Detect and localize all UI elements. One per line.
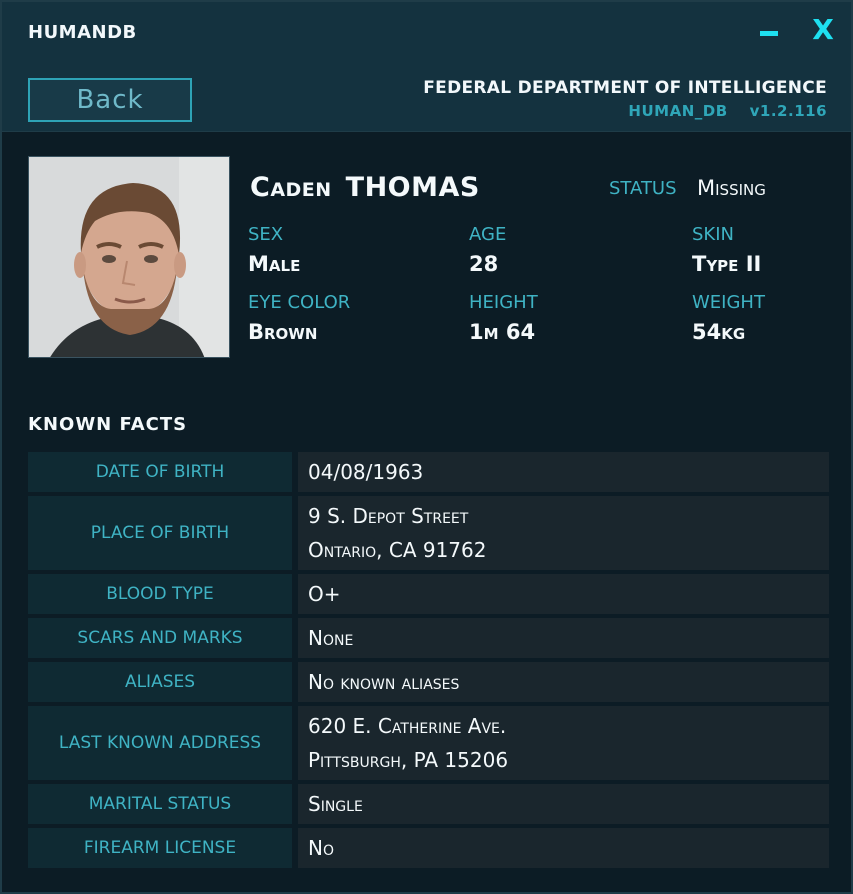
fact-row-last-known-address: LAST KNOWN ADDRESS 620 E. Catherine Ave.… [28, 706, 829, 780]
known-facts-heading: KNOWN FACTS [28, 414, 188, 435]
age-label: AGE [469, 224, 507, 245]
fact-value-line: Pittsburgh, PA 15206 [308, 748, 509, 772]
db-name: HUMAN_DB [628, 102, 728, 120]
version-line: HUMAN_DB v1.2.116 [606, 102, 827, 120]
eye-color-value: Brown [248, 320, 318, 344]
close-button[interactable]: X [807, 14, 839, 46]
portrait-image [29, 157, 229, 357]
fact-value-line: O+ [308, 582, 341, 606]
fact-row-date-of-birth: DATE OF BIRTH 04/08/1963 [28, 452, 829, 492]
title-bar: HUMANDB X [2, 2, 851, 62]
fact-value: 620 E. Catherine Ave. Pittsburgh, PA 152… [298, 706, 829, 780]
status-value: Missing [697, 176, 766, 200]
weight-value: 54kg [692, 320, 746, 344]
fact-label: FIREARM LICENSE [28, 828, 292, 868]
back-button[interactable]: Back [28, 78, 192, 122]
fact-value: No known aliases [298, 662, 829, 702]
profile-photo [28, 156, 230, 358]
version-number: v1.2.116 [749, 102, 827, 120]
fact-label: SCARS AND MARKS [28, 618, 292, 658]
fact-value-line: 620 E. Catherine Ave. [308, 714, 507, 738]
skin-value: Type II [692, 252, 762, 276]
fact-value-line: No known aliases [308, 670, 460, 694]
fact-value: None [298, 618, 829, 658]
eye-color-label: EYE COLOR [248, 292, 351, 313]
fact-value-line: No [308, 836, 334, 860]
height-label: HEIGHT [469, 292, 538, 313]
fact-label: PLACE OF BIRTH [28, 496, 292, 570]
fact-value-line: Ontario, CA 91762 [308, 538, 487, 562]
humandb-window: HUMANDB X Back FEDERAL DEPARTMENT OF INT… [0, 0, 853, 894]
fact-value-line: Single [308, 792, 363, 816]
fact-row-blood-type: BLOOD TYPE O+ [28, 574, 829, 614]
minimize-icon [760, 31, 778, 36]
height-value: 1m 64 [469, 320, 536, 344]
fact-value-line: 04/08/1963 [308, 460, 424, 484]
close-icon: X [812, 13, 834, 46]
fact-value-line: 9 S. Depot Street [308, 504, 469, 528]
app-title: HUMANDB [28, 22, 137, 43]
fact-label: LAST KNOWN ADDRESS [28, 706, 292, 780]
fact-value: 04/08/1963 [298, 452, 829, 492]
sex-value: Male [248, 252, 301, 276]
fact-value: Single [298, 784, 829, 824]
fact-label: ALIASES [28, 662, 292, 702]
fact-row-firearm-license: FIREARM LICENSE No [28, 828, 829, 868]
fact-row-scars-and-marks: SCARS AND MARKS None [28, 618, 829, 658]
agency-name: FEDERAL DEPARTMENT OF INTELLIGENCE [423, 78, 827, 98]
first-name: Caden [250, 172, 332, 203]
minimize-button[interactable] [754, 14, 786, 46]
subject-name: Caden THOMAS [250, 172, 480, 203]
skin-label: SKIN [692, 224, 735, 245]
fact-label: DATE OF BIRTH [28, 452, 292, 492]
fact-row-aliases: ALIASES No known aliases [28, 662, 829, 702]
age-value: 28 [469, 252, 499, 276]
sex-label: SEX [248, 224, 284, 245]
fact-label: MARITAL STATUS [28, 784, 292, 824]
fact-row-place-of-birth: PLACE OF BIRTH 9 S. Depot Street Ontario… [28, 496, 829, 570]
status-label: STATUS [609, 178, 677, 199]
fact-value: O+ [298, 574, 829, 614]
fact-row-marital-status: MARITAL STATUS Single [28, 784, 829, 824]
header: Back FEDERAL DEPARTMENT OF INTELLIGENCE … [2, 62, 851, 132]
fact-value: No [298, 828, 829, 868]
fact-value: 9 S. Depot Street Ontario, CA 91762 [298, 496, 829, 570]
last-name: THOMAS [345, 172, 480, 203]
fact-label: BLOOD TYPE [28, 574, 292, 614]
fact-value-line: None [308, 626, 354, 650]
known-facts-table: DATE OF BIRTH 04/08/1963 PLACE OF BIRTH … [28, 452, 829, 872]
weight-label: WEIGHT [692, 292, 765, 313]
